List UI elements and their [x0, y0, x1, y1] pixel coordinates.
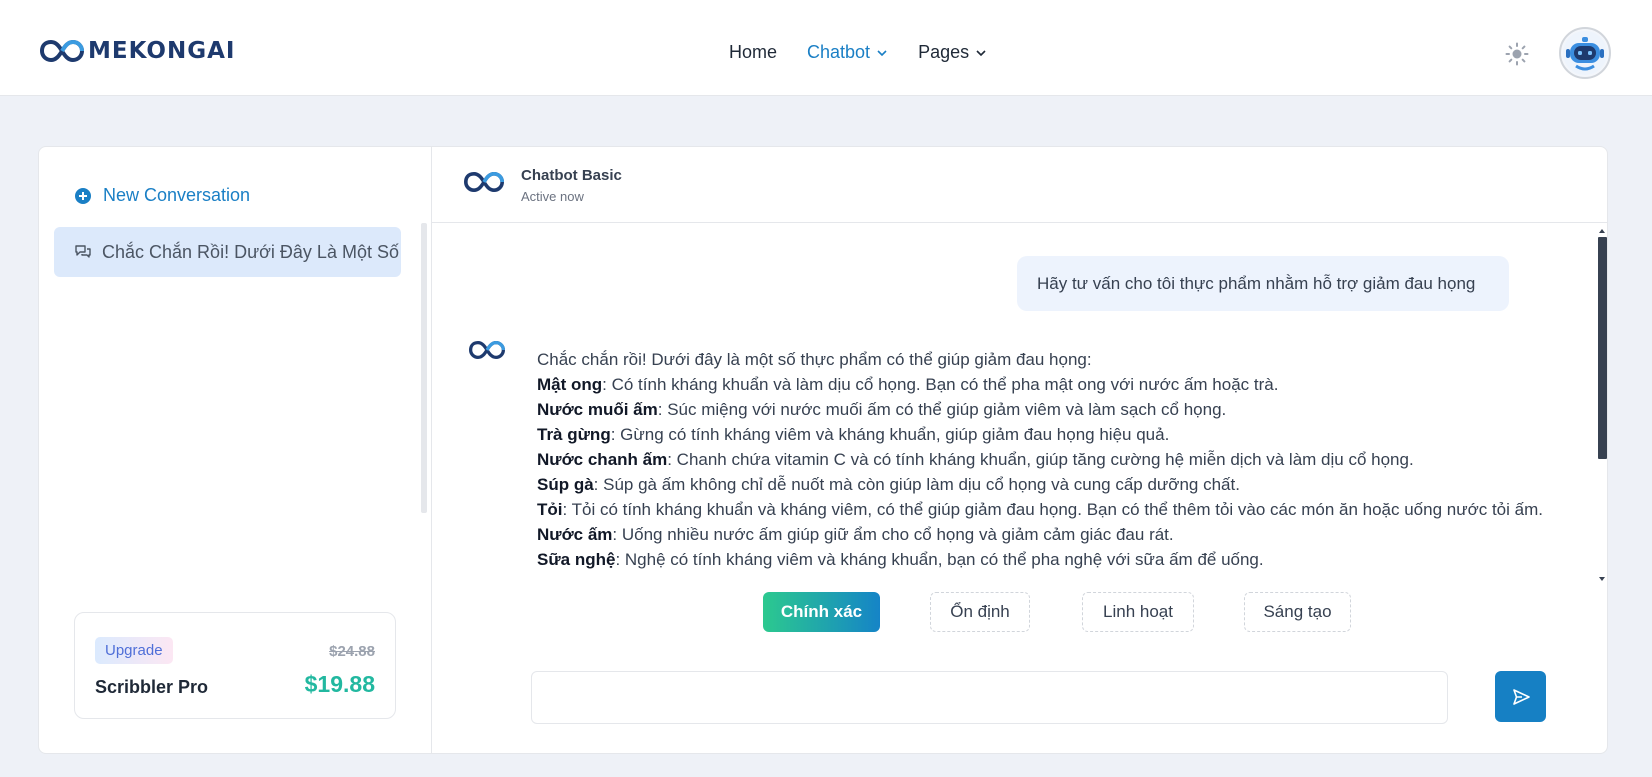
nav-pages-label: Pages — [918, 42, 970, 62]
bot-item-text: : Súc miệng với nước muối ấm có thể giúp… — [657, 400, 1227, 419]
user-message: Hãy tư vấn cho tôi thực phẩm nhằm hỗ trợ… — [1017, 256, 1509, 311]
send-button[interactable] — [1495, 671, 1546, 722]
sidebar-scroll-thumb[interactable] — [421, 223, 427, 513]
bot-item-term: Tỏi — [537, 500, 563, 519]
new-price: $19.88 — [304, 671, 375, 697]
bot-item-text: : Súp gà ấm không chỉ dễ nuốt mà còn giú… — [593, 475, 1240, 494]
brand-logo[interactable]: MEKONGAI — [40, 38, 235, 64]
chevron-down-icon — [976, 49, 986, 56]
bot-item-term: Nước muối ấm — [537, 400, 658, 419]
bot-item: Sữa nghệ: Nghệ có tính kháng viêm và khá… — [537, 547, 1547, 572]
plus-circle-icon — [75, 187, 91, 204]
chat-card: New Conversation Chắc Chắn Rồi! Dưới Đây… — [38, 146, 1608, 754]
main-nav: Home Chatbot Pages — [729, 42, 987, 63]
mode-linh-hoat[interactable]: Linh hoạt — [1082, 592, 1194, 632]
bot-item-term: Nước chanh ấm — [537, 450, 668, 469]
send-icon — [1512, 688, 1530, 705]
upgrade-card[interactable]: Upgrade $24.88 Scribbler Pro $19.88 — [74, 612, 396, 719]
chat-bubbles-icon — [75, 245, 91, 258]
bot-item: Nước ấm: Uống nhiều nước ấm giúp giữ ẩm … — [537, 522, 1547, 547]
conversation-item[interactable]: Chắc Chắn Rồi! Dưới Đây Là Một Số — [54, 227, 401, 277]
bot-item-text: : Gừng có tính kháng viêm và kháng khuẩn… — [610, 425, 1170, 444]
nav-chatbot-label: Chatbot — [807, 42, 871, 62]
bot-item: Nước chanh ấm: Chanh chứa vitamin C và c… — [537, 447, 1547, 472]
bot-item: Mật ong: Có tính kháng khuẩn và làm dịu … — [537, 372, 1547, 397]
sidebar-scrollbar[interactable] — [419, 223, 428, 578]
new-conversation-label: New Conversation — [103, 185, 251, 205]
robot-avatar-icon — [1563, 31, 1607, 75]
chat-header: Chatbot Basic Active now — [432, 147, 1607, 223]
bot-message-intro: Chắc chắn rồi! Dưới đây là một số thực p… — [537, 350, 1092, 369]
user-avatar[interactable] — [1559, 27, 1611, 79]
bot-avatar-icon — [469, 340, 505, 360]
conversation-sidebar: New Conversation Chắc Chắn Rồi! Dưới Đây… — [39, 147, 432, 753]
bot-item-text: : Chanh chứa vitamin C và có tính kháng … — [667, 450, 1414, 469]
bot-item-text: : Tỏi có tính kháng khuẩn và kháng viêm,… — [562, 500, 1543, 519]
bot-item-term: Sữa nghệ — [537, 550, 616, 569]
message-list: Hãy tư vấn cho tôi thực phẩm nhằm hỗ trợ… — [432, 224, 1592, 584]
new-conversation-button[interactable]: New Conversation — [75, 185, 250, 206]
message-input[interactable] — [531, 671, 1448, 724]
nav-home-label: Home — [729, 42, 778, 62]
bot-item: Nước muối ấm: Súc miệng với nước muối ấm… — [537, 397, 1547, 422]
mode-sang-tao[interactable]: Sáng tạo — [1244, 592, 1351, 632]
scroll-up-arrow[interactable] — [1599, 229, 1605, 233]
top-header: MEKONGAI Home Chatbot Pages — [0, 0, 1652, 96]
infinity-logo-icon — [40, 39, 84, 63]
bot-status: Active now — [521, 189, 584, 204]
bot-logo-icon — [464, 171, 504, 193]
old-price: $24.88 — [329, 643, 375, 660]
response-mode-selector: Chính xác Ổn định Linh hoạt Sáng tạo — [432, 592, 1607, 634]
bot-item: Súp gà: Súp gà ấm không chỉ dễ nuốt mà c… — [537, 472, 1547, 497]
bot-item: Trà gừng: Gừng có tính kháng viêm và khá… — [537, 422, 1547, 447]
nav-chatbot[interactable]: Chatbot — [807, 42, 888, 63]
conversation-title: Chắc Chắn Rồi! Dưới Đây Là Một Số — [102, 241, 399, 262]
mode-chinh-xac[interactable]: Chính xác — [763, 592, 880, 632]
nav-pages[interactable]: Pages — [918, 42, 987, 63]
bot-item-term: Nước ấm — [537, 525, 613, 544]
brand-name: MEKONGAI — [88, 38, 236, 64]
chat-scrollbar[interactable] — [1597, 229, 1607, 581]
chat-panel: Chatbot Basic Active now Hãy tư vấn cho … — [432, 147, 1607, 753]
bot-item-text: : Nghệ có tính kháng viêm và kháng khuẩn… — [615, 550, 1264, 569]
bot-item: Tỏi: Tỏi có tính kháng khuẩn và kháng vi… — [537, 497, 1547, 522]
chat-scroll-thumb[interactable] — [1598, 237, 1607, 459]
bot-message: Chắc chắn rồi! Dưới đây là một số thực p… — [537, 347, 1547, 572]
plan-name: Scribbler Pro — [95, 677, 209, 697]
user-message-text: Hãy tư vấn cho tôi thực phẩm nhằm hỗ trợ… — [1037, 273, 1476, 293]
bot-item-term: Mật ong — [537, 375, 603, 394]
mode-on-dinh[interactable]: Ổn định — [930, 592, 1030, 632]
bot-item-term: Súp gà — [537, 475, 594, 494]
bot-item-text: : Uống nhiều nước ấm giúp giữ ẩm cho cổ … — [612, 525, 1174, 544]
upgrade-badge[interactable]: Upgrade — [95, 637, 173, 664]
sun-icon[interactable] — [1505, 42, 1529, 66]
nav-home[interactable]: Home — [729, 42, 777, 63]
bot-item-term: Trà gừng — [537, 425, 611, 444]
scroll-down-arrow[interactable] — [1599, 577, 1605, 581]
bot-item-text: : Có tính kháng khuẩn và làm dịu cổ họng… — [602, 375, 1279, 394]
bot-name: Chatbot Basic — [521, 167, 622, 184]
chevron-down-icon — [877, 49, 887, 56]
